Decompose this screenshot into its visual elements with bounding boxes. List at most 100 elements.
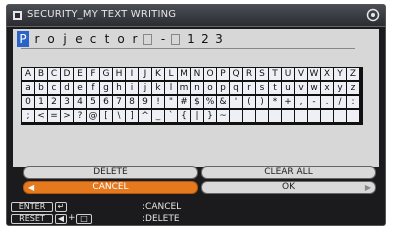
keyboard-key[interactable]: X bbox=[321, 68, 333, 80]
keyboard-key[interactable]: ) bbox=[256, 96, 268, 108]
keyboard-key[interactable] bbox=[308, 110, 320, 122]
keyboard-key[interactable]: 1 bbox=[35, 96, 47, 108]
keyboard-key[interactable]: c bbox=[48, 82, 60, 94]
keyboard-key[interactable] bbox=[230, 110, 242, 122]
keyboard-key[interactable]: G bbox=[100, 68, 112, 80]
keyboard-key[interactable]: v bbox=[295, 82, 307, 94]
keyboard-key[interactable]: , bbox=[295, 96, 307, 108]
keyboard-key[interactable]: z bbox=[347, 82, 359, 94]
keyboard-key[interactable]: @ bbox=[87, 110, 99, 122]
keyboard-key[interactable]: b bbox=[35, 82, 47, 94]
keyboard-key[interactable]: ( bbox=[243, 96, 255, 108]
keyboard-key[interactable]: 2 bbox=[48, 96, 60, 108]
keyboard-key[interactable]: ! bbox=[152, 96, 164, 108]
keyboard-key[interactable]: j bbox=[139, 82, 151, 94]
keyboard-key[interactable]: 6 bbox=[100, 96, 112, 108]
keyboard-key[interactable]: ; bbox=[22, 110, 34, 122]
keyboard-key[interactable] bbox=[282, 110, 294, 122]
keyboard-key[interactable]: } bbox=[204, 110, 216, 122]
keyboard-key[interactable]: o bbox=[204, 82, 216, 94]
ok-button[interactable]: OK ▶ bbox=[201, 181, 376, 194]
keyboard-key[interactable]: Q bbox=[230, 68, 242, 80]
keyboard-key[interactable]: u bbox=[282, 82, 294, 94]
keyboard-key[interactable]: T bbox=[269, 68, 281, 80]
keyboard-key[interactable]: t bbox=[269, 82, 281, 94]
keyboard-key[interactable]: P bbox=[217, 68, 229, 80]
keyboard-key[interactable]: ^ bbox=[139, 110, 151, 122]
keyboard-key[interactable]: O bbox=[204, 68, 216, 80]
keyboard-key[interactable]: D bbox=[61, 68, 73, 80]
keyboard-key[interactable]: = bbox=[48, 110, 60, 122]
keyboard-key[interactable] bbox=[321, 110, 333, 122]
keyboard-key[interactable] bbox=[295, 110, 307, 122]
keyboard-key[interactable]: / bbox=[334, 96, 346, 108]
keyboard-key[interactable]: " bbox=[165, 96, 177, 108]
keyboard-key[interactable]: F bbox=[87, 68, 99, 80]
keyboard-key[interactable]: 0 bbox=[22, 96, 34, 108]
keyboard-key[interactable]: . bbox=[321, 96, 333, 108]
keyboard-key[interactable]: [ bbox=[100, 110, 112, 122]
keyboard-key[interactable]: N bbox=[191, 68, 203, 80]
keyboard-key[interactable]: d bbox=[61, 82, 73, 94]
keyboard-key[interactable]: g bbox=[100, 82, 112, 94]
keyboard-key[interactable] bbox=[347, 110, 359, 122]
keyboard-key[interactable] bbox=[334, 110, 346, 122]
keyboard-key[interactable]: > bbox=[61, 110, 73, 122]
keyboard-key[interactable]: W bbox=[308, 68, 320, 80]
keyboard-key[interactable]: \ bbox=[113, 110, 125, 122]
keyboard-key[interactable]: ] bbox=[126, 110, 138, 122]
keyboard-key[interactable]: C bbox=[48, 68, 60, 80]
keyboard-key[interactable]: r bbox=[243, 82, 255, 94]
keyboard-key[interactable]: 4 bbox=[74, 96, 86, 108]
keyboard-key[interactable]: K bbox=[152, 68, 164, 80]
keyboard-key[interactable]: $ bbox=[191, 96, 203, 108]
keyboard-key[interactable]: y bbox=[334, 82, 346, 94]
keyboard-key[interactable]: I bbox=[126, 68, 138, 80]
keyboard-key[interactable]: | bbox=[191, 110, 203, 122]
keyboard-key[interactable]: p bbox=[217, 82, 229, 94]
keyboard-key[interactable]: ~ bbox=[217, 110, 229, 122]
keyboard-key[interactable]: w bbox=[308, 82, 320, 94]
keyboard-key[interactable]: H bbox=[113, 68, 125, 80]
keyboard-key[interactable]: M bbox=[178, 68, 190, 80]
keyboard-key[interactable]: e bbox=[74, 82, 86, 94]
delete-button[interactable]: DELETE bbox=[23, 166, 198, 179]
keyboard-key[interactable]: a bbox=[22, 82, 34, 94]
keyboard-key[interactable]: 9 bbox=[139, 96, 151, 108]
keyboard-key[interactable]: R bbox=[243, 68, 255, 80]
keyboard-key[interactable]: f bbox=[87, 82, 99, 94]
keyboard-key[interactable]: ? bbox=[74, 110, 86, 122]
keyboard-key[interactable]: L bbox=[165, 68, 177, 80]
keyboard-key[interactable]: { bbox=[178, 110, 190, 122]
keyboard-key[interactable]: % bbox=[204, 96, 216, 108]
settings-icon[interactable] bbox=[366, 8, 380, 22]
keyboard-key[interactable]: - bbox=[308, 96, 320, 108]
keyboard-key[interactable]: i bbox=[126, 82, 138, 94]
keyboard-key[interactable]: & bbox=[217, 96, 229, 108]
keyboard-key[interactable]: B bbox=[35, 68, 47, 80]
keyboard-key[interactable]: q bbox=[230, 82, 242, 94]
keyboard-key[interactable] bbox=[269, 110, 281, 122]
clear-all-button[interactable]: CLEAR ALL bbox=[201, 166, 376, 179]
keyboard-key[interactable]: Z bbox=[347, 68, 359, 80]
keyboard-key[interactable]: n bbox=[191, 82, 203, 94]
cancel-button[interactable]: ◀ CANCEL bbox=[23, 181, 198, 194]
keyboard-key[interactable]: A bbox=[22, 68, 34, 80]
keyboard-key[interactable]: < bbox=[35, 110, 47, 122]
keyboard-key[interactable]: : bbox=[347, 96, 359, 108]
keyboard-key[interactable]: + bbox=[282, 96, 294, 108]
keyboard-key[interactable]: ' bbox=[230, 96, 242, 108]
keyboard-key[interactable]: J bbox=[139, 68, 151, 80]
keyboard-key[interactable]: Y bbox=[334, 68, 346, 80]
keyboard-key[interactable]: s bbox=[256, 82, 268, 94]
keyboard-key[interactable]: 8 bbox=[126, 96, 138, 108]
keyboard-key[interactable]: 3 bbox=[61, 96, 73, 108]
keyboard-key[interactable]: S bbox=[256, 68, 268, 80]
keyboard-key[interactable] bbox=[243, 110, 255, 122]
text-entry-field[interactable]: Projector-123 bbox=[17, 31, 347, 49]
keyboard-key[interactable]: 5 bbox=[87, 96, 99, 108]
keyboard-key[interactable]: m bbox=[178, 82, 190, 94]
keyboard-key[interactable]: # bbox=[178, 96, 190, 108]
keyboard-key[interactable]: * bbox=[269, 96, 281, 108]
keyboard-key[interactable]: _ bbox=[152, 110, 164, 122]
